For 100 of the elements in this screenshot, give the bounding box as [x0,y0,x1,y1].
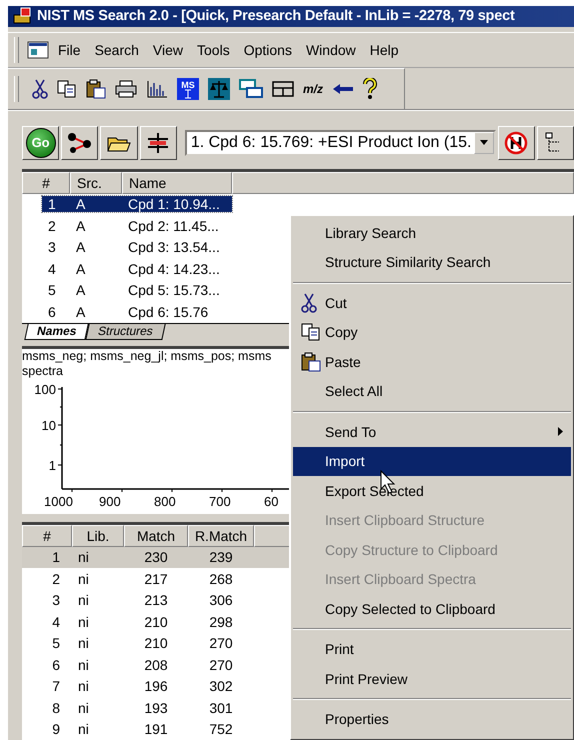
table-cell-text: 4 [51,614,61,630]
table-cell-text: 268 [208,570,234,587]
layout-icon[interactable] [272,80,294,96]
column-header[interactable]: R.Match [188,524,254,546]
axis-label: 1 [48,458,56,472]
open-folder-button[interactable] [100,126,138,160]
axis-label: 800 [154,494,176,508]
menu-item[interactable]: Cut [293,288,571,318]
table-cell-text: 213 [143,592,169,608]
table-cell-text: 298 [208,614,234,630]
table-cell-text: 239 [208,549,234,566]
ms-icon[interactable]: MS [177,78,199,100]
menu-item[interactable]: View [148,40,188,60]
table-cell-text: Cpd 5: 15.73... [127,282,221,298]
column-header[interactable]: Src. [70,172,122,194]
axis-label: 900 [99,494,121,508]
balance-scale-icon[interactable] [208,78,230,100]
column-header[interactable]: # [22,172,70,194]
axis-label: 700 [209,494,231,508]
table-cell-text: 230 [143,549,169,566]
table-cell-text: 208 [143,656,169,673]
tab[interactable]: Structures [86,324,166,340]
axis-label: 1000 [44,494,73,508]
table-cell-text: 270 [208,656,234,673]
table-cell-text: ni [77,592,90,608]
table-cell-text: A [75,239,86,256]
spectrum-dropdown[interactable]: 1. Cpd 6: 15.769: +ESI Product Ion (15. [184,130,496,156]
menu-item[interactable]: File [53,40,86,60]
table-cell-text: 5 [51,635,61,652]
column-header[interactable]: Name [122,172,232,194]
printer-icon[interactable] [115,80,137,98]
table-cell-text: 302 [208,678,234,694]
menu-item[interactable]: Help [364,40,404,60]
menu-item[interactable]: Print [293,634,571,664]
no-h-icon [504,130,528,154]
menu-item[interactable]: Copy Selected to Clipboard [293,594,571,624]
table-cell-text: 3 [47,239,57,256]
table-cell-text: 5 [47,282,57,298]
axis-label: 60 [264,494,278,508]
menu-item[interactable]: Paste [293,347,571,376]
table-cell-text: 210 [143,635,169,652]
menu-item[interactable]: Properties [293,704,571,734]
table-cell-text: 3 [51,592,61,608]
table-cell-text: 1 [51,549,61,566]
scissors-icon[interactable] [301,293,317,313]
table-cell-text: 2 [51,570,61,587]
copy-icon[interactable] [57,80,77,98]
table-cell-text: ni [77,721,90,738]
tab[interactable]: Names [24,324,90,340]
table-cell-text: ni [77,549,90,566]
menu-item[interactable]: Select All [293,376,571,406]
library-caption: msms_neg; msms_neg_jl; msms_pos; msms [22,348,272,364]
menu-item[interactable]: Copy [293,318,571,347]
network-icon [66,132,93,154]
table-cell-text: 6 [51,656,61,673]
left-arrow-icon[interactable] [332,82,354,94]
table-cell-text: ni [77,700,90,716]
structure-button[interactable] [61,126,98,160]
menu-item[interactable]: Send To [293,417,571,446]
menu-item[interactable]: Window [300,40,361,60]
no-h-button[interactable] [498,126,535,160]
document-icon[interactable] [27,40,49,58]
menu-item[interactable]: Tools [192,40,235,60]
menu-item[interactable]: Import [293,446,571,476]
table-cell-text: 2 [47,218,57,234]
copy-icon[interactable] [301,322,321,340]
table-cell-text: 752 [208,721,234,738]
table-cell-text: 210 [143,614,169,630]
selected-row[interactable]: 1 A Cpd 1: 10.94... [42,196,232,212]
menu-item[interactable]: Library Search [293,218,571,248]
menu-item[interactable]: Print Preview [293,664,571,694]
menu-item[interactable]: Options [238,40,297,60]
table-cell-text: A [75,218,86,234]
table-cell-text: 1 [47,196,57,212]
menu-item[interactable]: Structure Similarity Search [293,248,571,277]
app-icon [12,7,32,26]
question-mark-icon[interactable] [363,78,378,100]
scissors-icon[interactable] [32,78,48,98]
table-cell-text: 217 [143,570,169,587]
column-header[interactable]: # [22,524,72,546]
table-cell-text: Cpd 6: 15.76 [127,304,210,320]
tree-button[interactable] [536,126,574,160]
clipboard-icon[interactable] [301,352,321,372]
column-header[interactable]: Lib. [72,524,124,546]
table-cell-text: 196 [143,678,169,694]
mz-button[interactable]: m/z [303,82,324,96]
table-cell-text: A [75,304,86,320]
table-cell-text: 270 [208,635,234,652]
axis-label: 100 [34,382,56,396]
column-header[interactable] [232,172,574,194]
bar-chart-icon[interactable] [146,78,168,98]
windows-icon[interactable] [239,78,263,98]
filter-button[interactable] [140,126,177,160]
table-cell-text: 9 [51,721,61,738]
filter-icon [146,132,170,154]
column-header[interactable]: Match [124,524,188,546]
clipboard-icon[interactable] [86,78,106,98]
table-cell-text: ni [77,614,90,630]
menu-item[interactable]: Search [90,40,144,60]
table-cell-text: Cpd 1: 10.94... [127,196,221,212]
